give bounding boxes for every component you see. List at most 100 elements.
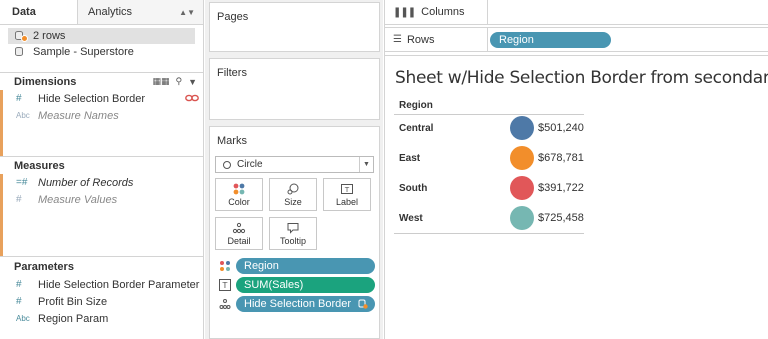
size-label: Size: [284, 197, 302, 207]
measures-title: Measures: [14, 159, 65, 172]
worksheet-view: Sheet w/Hide Selection Border from secon…: [385, 55, 768, 339]
detail-label: Detail: [227, 236, 251, 246]
row-header-central[interactable]: Central: [399, 123, 433, 134]
label-label: Label: [335, 197, 359, 207]
pages-shelf[interactable]: Pages: [209, 2, 380, 52]
measures-header: Measures: [0, 156, 203, 174]
detail-icon: [232, 222, 246, 234]
mark-circle-east[interactable]: [510, 146, 534, 170]
size-button[interactable]: Size: [269, 178, 317, 211]
field-measure-values[interactable]: # Measure Values: [0, 191, 203, 208]
pill-sum-sales-label[interactable]: SUM(Sales): [236, 277, 375, 293]
mark-circle-central[interactable]: [510, 116, 534, 140]
columns-shelf-label: ❚❚❚ Columns: [385, 0, 488, 24]
row-header-south[interactable]: South: [399, 183, 427, 194]
field-hide-selection-border[interactable]: # Hide Selection Border: [0, 90, 203, 107]
marks-card: Marks Circle ▼ Color Size T Label Detail…: [209, 126, 380, 339]
number-type-icon: #: [16, 93, 22, 104]
label-icon: T: [341, 184, 353, 194]
rows-shelf[interactable]: ☰ Rows Region: [385, 27, 768, 52]
parameters-title: Parameters: [14, 260, 74, 273]
pill-label: Hide Selection Border: [244, 298, 352, 310]
columns-title: Columns: [421, 6, 465, 18]
rows-icon: ☰: [393, 34, 402, 45]
svg-text:T: T: [344, 186, 350, 194]
tooltip-icon: [287, 223, 299, 234]
chevron-updown-icon: ▲▼: [179, 7, 195, 17]
circle-icon: [223, 160, 231, 169]
tab-data-label: Data: [12, 6, 36, 18]
mark-label-east: $678,781: [538, 152, 584, 164]
datasource-superstore[interactable]: Sample - Superstore: [0, 44, 203, 60]
data-pane-tabs: Data Analytics ▲▼: [0, 0, 203, 25]
pages-title: Pages: [217, 11, 249, 23]
mark-circle-west[interactable]: [510, 206, 534, 230]
parameters-list: # Hide Selection Border Parameter # Prof…: [0, 276, 203, 327]
datasource-icon: [14, 46, 28, 58]
row-header-west[interactable]: West: [399, 213, 423, 224]
shelves-pane: Pages Filters Marks Circle ▼ Color Size …: [205, 0, 383, 339]
tooltip-button[interactable]: Tooltip: [269, 217, 317, 250]
dimensions-header: Dimensions ▦▦ ⚲ ▼: [0, 72, 203, 90]
marks-title: Marks: [217, 135, 247, 147]
tab-data[interactable]: Data: [0, 0, 78, 24]
color-encoding-icon: [220, 261, 230, 271]
field-number-of-records[interactable]: =# Number of Records: [0, 174, 203, 191]
param-region[interactable]: Abc Region Param: [0, 310, 203, 327]
mark-circle-south[interactable]: [510, 176, 534, 200]
field-name: Measure Values: [38, 193, 118, 206]
tab-analytics[interactable]: Analytics ▲▼: [78, 0, 203, 24]
pill-label: SUM(Sales): [244, 279, 304, 291]
menu-dropdown-icon[interactable]: ▼: [188, 77, 197, 87]
region-column-header[interactable]: Region: [399, 100, 433, 111]
field-name: Number of Records: [38, 176, 134, 189]
grid-view-icon[interactable]: ▦▦: [152, 76, 169, 87]
view-pane: ❚❚❚ Columns ☰ Rows Region Sheet w/Hide S…: [384, 0, 768, 339]
data-pane: Data Analytics ▲▼ 2 rows Sample - Superst…: [0, 0, 204, 339]
pill-region-color[interactable]: Region: [236, 258, 375, 274]
chevron-down-icon: ▼: [359, 157, 373, 172]
datasource-label: Sample - Superstore: [33, 46, 134, 58]
rows-title: Rows: [406, 33, 435, 46]
mark-label-central: $501,240: [538, 122, 584, 134]
field-name: Hide Selection Border: [38, 92, 146, 105]
pill-hide-selection-border-detail[interactable]: Hide Selection Border: [236, 296, 375, 312]
tab-analytics-label: Analytics: [88, 6, 133, 18]
number-type-icon: #: [16, 279, 22, 290]
detail-button[interactable]: Detail: [215, 217, 263, 250]
table-divider: [394, 114, 584, 115]
sheet-title: Sheet w/Hide Selection Border from secon…: [395, 68, 768, 88]
label-button[interactable]: T Label: [323, 178, 371, 211]
color-label: Color: [228, 197, 250, 207]
param-profit-bin-size[interactable]: # Profit Bin Size: [0, 293, 203, 310]
label-encoding-icon: T: [219, 279, 231, 291]
rows-shelf-label: ☰ Rows: [385, 28, 488, 51]
datasource-2-rows[interactable]: 2 rows: [8, 28, 195, 44]
number-type-icon: #: [16, 194, 22, 205]
mark-label-west: $725,458: [538, 212, 584, 224]
number-type-icon: #: [16, 296, 22, 307]
link-icon: [185, 94, 199, 102]
mark-type-value: Circle: [237, 159, 263, 170]
pill-label: Region: [499, 34, 534, 46]
measures-list: =# Number of Records # Measure Values: [0, 174, 203, 256]
param-hide-selection-border[interactable]: # Hide Selection Border Parameter: [0, 276, 203, 293]
string-type-icon: Abc: [16, 111, 30, 120]
filters-shelf[interactable]: Filters: [209, 58, 380, 120]
tooltip-label: Tooltip: [279, 236, 306, 246]
columns-icon: ❚❚❚: [393, 6, 416, 18]
row-header-east[interactable]: East: [399, 153, 420, 164]
search-icon[interactable]: ⚲: [175, 76, 182, 87]
mark-type-select[interactable]: Circle ▼: [215, 156, 374, 173]
field-name: Region Param: [38, 312, 109, 325]
mark-label-south: $391,722: [538, 182, 584, 194]
filters-title: Filters: [217, 67, 247, 79]
color-button[interactable]: Color: [215, 178, 263, 211]
field-measure-names[interactable]: Abc Measure Names: [0, 107, 203, 124]
datasource-label: 2 rows: [33, 30, 66, 42]
size-icon: [287, 183, 299, 195]
columns-shelf[interactable]: ❚❚❚ Columns: [385, 0, 768, 25]
pill-region-rows[interactable]: Region: [490, 32, 611, 48]
color-icon: [233, 183, 245, 195]
string-type-icon: Abc: [16, 314, 30, 323]
